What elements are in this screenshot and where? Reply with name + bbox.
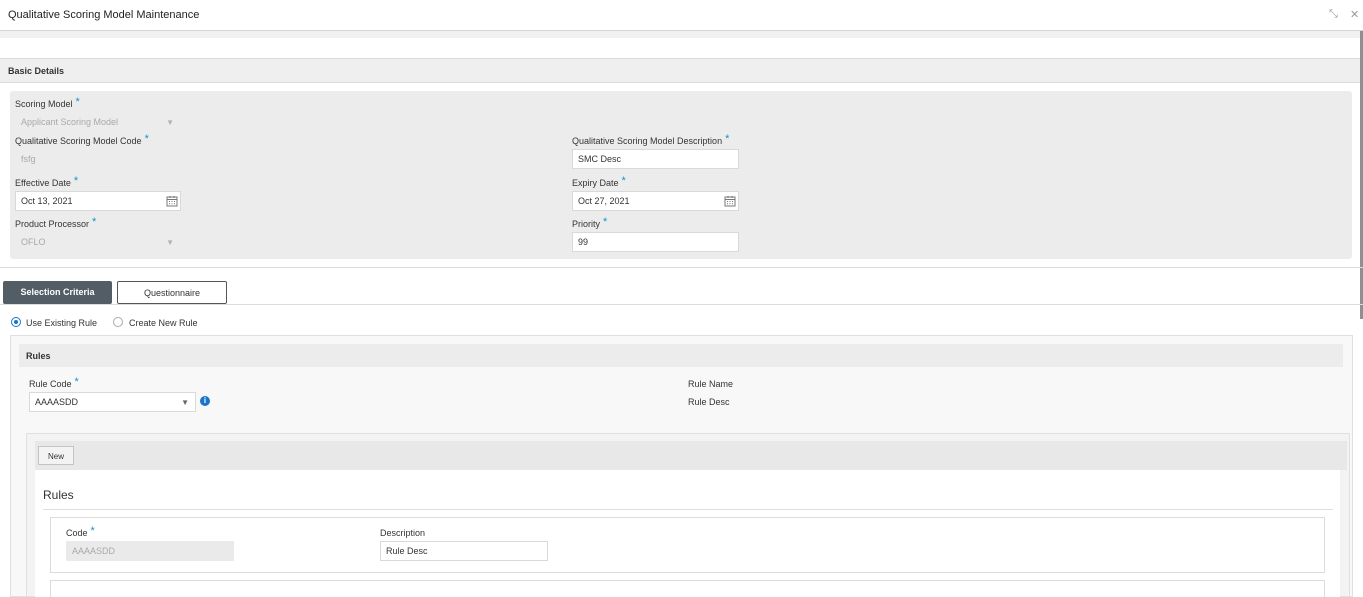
- rule-desc-label: Rule Desc: [688, 397, 730, 407]
- basic-details-header: Basic Details: [0, 58, 1360, 83]
- divider: [0, 267, 1363, 268]
- calendar-icon[interactable]: [724, 195, 736, 209]
- rule-code-label: Rule Code *: [29, 376, 79, 389]
- code-label: Code *: [66, 525, 95, 538]
- info-icon[interactable]: i: [200, 396, 210, 406]
- rule-condition-card: [50, 580, 1325, 597]
- divider: [43, 509, 1333, 510]
- tab-questionnaire[interactable]: Questionnaire: [117, 281, 227, 304]
- expiry-date-input[interactable]: Oct 27, 2021: [572, 191, 739, 211]
- tab-divider: [0, 304, 1363, 305]
- tab-selection-criteria[interactable]: Selection Criteria: [3, 281, 112, 304]
- create-new-rule-radio[interactable]: [113, 317, 123, 327]
- effective-date-input[interactable]: Oct 13, 2021: [15, 191, 181, 211]
- priority-input[interactable]: 99: [572, 232, 739, 252]
- rule-code-select[interactable]: AAAASDD ▼: [29, 392, 196, 412]
- chevron-down-icon: ▼: [181, 398, 189, 407]
- priority-label: Priority *: [572, 216, 608, 229]
- model-code-label: Qualitative Scoring Model Code *: [15, 133, 149, 146]
- calendar-icon[interactable]: [166, 195, 178, 209]
- model-code-input[interactable]: fsfg: [15, 149, 181, 169]
- header-strip: [0, 31, 1363, 38]
- rule-name-label: Rule Name: [688, 379, 734, 389]
- create-new-rule-label[interactable]: Create New Rule: [129, 318, 198, 328]
- expiry-date-label: Expiry Date *: [572, 175, 626, 188]
- rule-editor-title: Rules: [43, 488, 74, 502]
- chevron-down-icon: ▼: [166, 238, 174, 247]
- scoring-model-select[interactable]: Applicant Scoring Model ▼: [15, 112, 181, 132]
- description-input[interactable]: Rule Desc: [380, 541, 548, 561]
- code-input[interactable]: AAAASDD: [66, 541, 234, 561]
- new-button[interactable]: New: [38, 446, 74, 465]
- rule-editor-toolbar: [35, 441, 1347, 470]
- effective-date-label: Effective Date *: [15, 175, 79, 188]
- product-processor-label: Product Processor *: [15, 216, 97, 229]
- title-bar: [0, 0, 1363, 31]
- use-existing-rule-label[interactable]: Use Existing Rule: [26, 318, 97, 328]
- use-existing-rule-radio[interactable]: [11, 317, 21, 327]
- close-icon[interactable]: ✕: [1350, 8, 1359, 21]
- description-label: Description: [380, 528, 426, 538]
- rule-detail-card: [50, 517, 1325, 573]
- model-description-label: Qualitative Scoring Model Description *: [572, 133, 730, 146]
- minimize-icon[interactable]: ⤡: [1329, 8, 1338, 21]
- rules-title: Rules: [26, 351, 51, 361]
- window-title: Qualitative Scoring Model Maintenance: [8, 9, 200, 21]
- scoring-model-label: Scoring Model *: [15, 96, 80, 109]
- product-processor-select[interactable]: OFLO ▼: [15, 232, 181, 252]
- chevron-down-icon: ▼: [166, 118, 174, 127]
- rules-header: Rules: [19, 344, 1343, 367]
- basic-details-title: Basic Details: [8, 66, 65, 76]
- model-description-input[interactable]: SMC Desc: [572, 149, 739, 169]
